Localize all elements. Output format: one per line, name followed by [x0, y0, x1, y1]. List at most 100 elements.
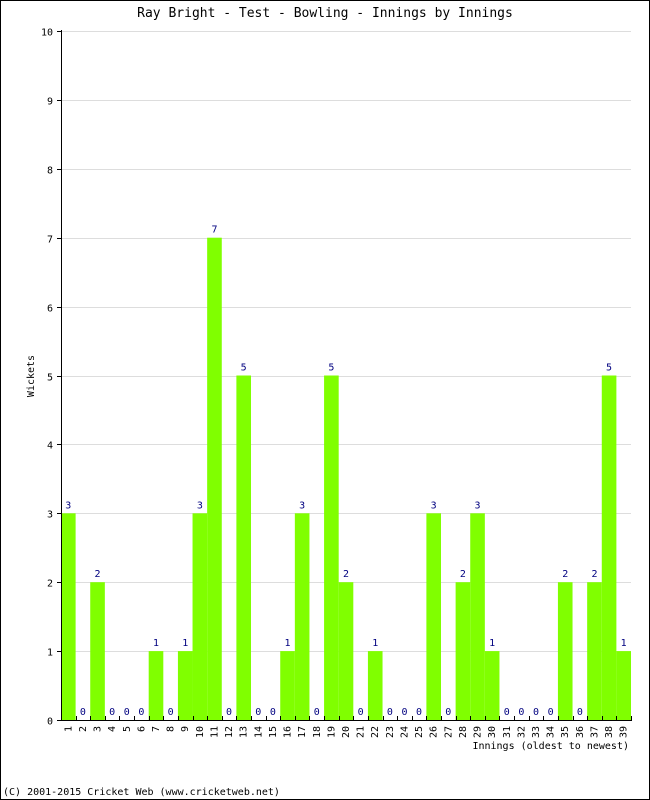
value-label: 3 — [431, 500, 437, 511]
x-tick-label: 11 — [209, 726, 220, 738]
value-label: 1 — [285, 638, 291, 649]
value-label: 0 — [138, 707, 144, 718]
x-tick-label: 6 — [136, 726, 147, 732]
x-tick-label: 10 — [195, 726, 206, 738]
value-label: 3 — [299, 500, 305, 511]
x-tick-label: 12 — [224, 726, 235, 738]
bar — [207, 237, 222, 720]
value-label: 0 — [226, 707, 232, 718]
value-label: 0 — [504, 707, 510, 718]
bar-chart: Ray Bright - Test - Bowling - Innings by… — [3, 6, 632, 798]
value-label: 5 — [241, 363, 247, 374]
y-tick-labels: 0 1 2 3 4 5 6 7 8 9 10 — [41, 28, 53, 728]
value-label: 3 — [197, 500, 203, 511]
value-label: 1 — [153, 638, 159, 649]
value-label: 1 — [372, 638, 378, 649]
value-label: 7 — [211, 225, 217, 236]
y-tick-label: 8 — [47, 166, 53, 177]
bar — [192, 513, 208, 720]
x-tick-label: 5 — [122, 726, 133, 732]
value-label: 1 — [489, 638, 495, 649]
bar — [177, 651, 193, 720]
x-tick-label: 3 — [93, 726, 104, 732]
bar — [455, 582, 471, 720]
copyright-footer: (C) 2001-2015 Cricket Web (www.cricketwe… — [3, 787, 280, 798]
x-tick-label: 28 — [458, 726, 469, 738]
x-tick-label: 4 — [107, 726, 118, 732]
y-tick-label: 3 — [47, 510, 53, 521]
value-label: 2 — [591, 569, 597, 580]
bar — [148, 651, 164, 720]
x-tick-label: 8 — [166, 726, 177, 732]
bar — [90, 582, 105, 720]
y-axis-label: Wickets — [26, 355, 37, 397]
x-tick-label: 17 — [297, 726, 308, 738]
bar — [338, 582, 354, 720]
bar — [324, 375, 339, 720]
value-label: 1 — [182, 638, 188, 649]
value-label: 0 — [518, 707, 524, 718]
x-tick-label: 1 — [63, 726, 74, 732]
x-tick-label: 36 — [575, 726, 586, 738]
chart-title: Ray Bright - Test - Bowling - Innings by… — [137, 6, 513, 21]
gridlines — [61, 31, 631, 652]
x-tick-label: 34 — [546, 726, 557, 738]
y-tick-label: 10 — [41, 28, 53, 39]
x-axis-label: Innings (oldest to newest) — [472, 741, 629, 752]
bar — [616, 651, 631, 720]
value-label: 0 — [124, 707, 130, 718]
x-tick-label: 14 — [253, 726, 264, 738]
y-tick-label: 7 — [47, 235, 53, 246]
bar — [280, 651, 295, 720]
x-tick-label: 25 — [414, 726, 425, 738]
bar — [367, 651, 383, 720]
value-label: 0 — [270, 707, 276, 718]
bar — [236, 375, 251, 720]
value-label: 0 — [168, 707, 174, 718]
value-label: 0 — [445, 707, 451, 718]
bar — [557, 582, 573, 720]
bar — [470, 513, 485, 720]
value-label: 0 — [577, 707, 583, 718]
value-label: 0 — [416, 707, 422, 718]
bar — [294, 513, 310, 720]
y-tick-label: 2 — [47, 579, 53, 590]
bar — [601, 375, 617, 720]
x-tick-label: 19 — [326, 726, 337, 738]
x-tick-label: 31 — [502, 726, 513, 738]
value-label: 1 — [621, 638, 627, 649]
x-tick-label: 38 — [604, 726, 615, 738]
value-label: 3 — [475, 500, 481, 511]
x-tick-label: 2 — [78, 726, 89, 732]
value-label: 0 — [80, 707, 86, 718]
x-tick-label: 37 — [589, 726, 600, 738]
x-tick-label: 29 — [473, 726, 484, 738]
value-label: 0 — [358, 707, 364, 718]
value-label: 0 — [401, 707, 407, 718]
y-tick-label: 5 — [47, 373, 53, 384]
bars — [61, 237, 631, 720]
x-tick-label: 13 — [239, 726, 250, 738]
x-tick-label: 33 — [531, 726, 542, 738]
y-tick-label: 9 — [47, 97, 53, 108]
x-tick-label: 16 — [283, 726, 294, 738]
bar — [484, 651, 500, 720]
x-tick-label: 9 — [180, 726, 191, 732]
x-tick-label: 20 — [341, 726, 352, 738]
value-label: 0 — [533, 707, 539, 718]
y-tick-label: 0 — [47, 717, 53, 728]
x-tick-label: 39 — [619, 726, 630, 738]
value-label: 5 — [328, 363, 334, 374]
value-label: 5 — [606, 363, 612, 374]
value-label: 0 — [548, 707, 554, 718]
value-label: 0 — [314, 707, 320, 718]
x-tick-label: 32 — [516, 726, 527, 738]
value-label: 0 — [387, 707, 393, 718]
x-tick-labels: 1 2 3 4 5 6 7 8 9 10 11 12 13 14 15 16 17 18 19 20 21 22 23 24 2… — [63, 726, 629, 738]
x-tick-label: 18 — [312, 726, 323, 738]
bar — [426, 513, 441, 720]
value-label: 3 — [65, 500, 71, 511]
bar — [61, 513, 76, 720]
x-tick-label: 26 — [429, 726, 440, 738]
x-tick-label: 7 — [151, 726, 162, 732]
